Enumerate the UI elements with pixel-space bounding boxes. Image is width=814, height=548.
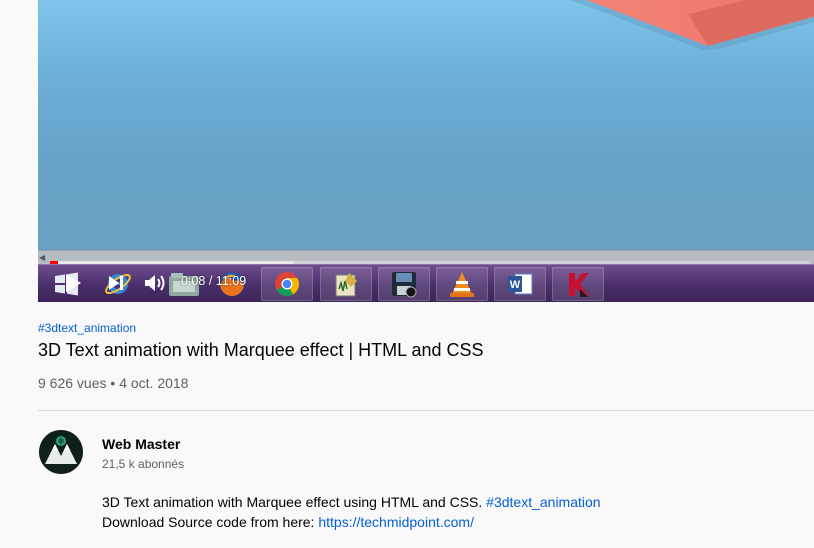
time-separator: / (208, 274, 213, 288)
time-display: 0:08 / 11:09 (181, 274, 246, 288)
word-icon: W (494, 267, 546, 301)
volume-icon (145, 275, 165, 291)
volume-button[interactable] (142, 264, 168, 302)
subscriber-count: 21,5 k abonnés (102, 457, 185, 471)
video-hashtag-link[interactable]: #3dtext_animation (38, 321, 136, 335)
channel-name[interactable]: Web Master (102, 436, 180, 452)
video-player[interactable]: ◀ W 0:08 / 11:09 (38, 0, 814, 302)
chrome-icon (261, 267, 313, 301)
description-text: 3D Text animation with Marquee effect us… (102, 494, 483, 510)
source-code-link[interactable]: https://techmidpoint.com/ (318, 514, 474, 530)
watch-page: ◀ W 0:08 / 11:09 #3dtext_animation 3D Te… (0, 0, 814, 548)
current-time: 0:08 (181, 274, 206, 288)
scroll-left-icon[interactable]: ◀ (39, 253, 45, 262)
upload-date: 4 oct. 2018 (119, 375, 189, 391)
next-icon (109, 276, 123, 290)
download-text: Download Source code from here: (102, 514, 315, 530)
duration: 11:09 (215, 274, 247, 288)
notepad-icon (320, 267, 372, 301)
description-line-1: 3D Text animation with Marquee effect us… (102, 492, 601, 512)
channel-avatar[interactable] (39, 430, 83, 474)
description-line-2: Download Source code from here: https://… (102, 512, 601, 532)
red-3d-box (478, 0, 814, 50)
meta-separator: • (110, 375, 116, 391)
view-count: 9 626 vues (38, 375, 107, 391)
next-button[interactable] (104, 264, 128, 302)
kaspersky-icon (552, 267, 604, 301)
description-hashtag-link[interactable]: #3dtext_animation (486, 494, 600, 510)
video-title: 3D Text animation with Marquee effect | … (38, 340, 484, 360)
video-description: 3D Text animation with Marquee effect us… (102, 492, 601, 532)
video-meta: 9 626 vues • 4 oct. 2018 (38, 375, 188, 391)
svg-text:W: W (510, 279, 521, 291)
video-frame[interactable] (38, 0, 814, 250)
play-icon (66, 274, 81, 292)
save-disk-icon (378, 267, 430, 301)
divider (38, 410, 814, 411)
inner-scrollbar: ◀ (38, 250, 814, 264)
play-button[interactable] (58, 264, 88, 302)
vlc-icon (436, 267, 488, 301)
webmaster-logo-icon (39, 430, 83, 474)
